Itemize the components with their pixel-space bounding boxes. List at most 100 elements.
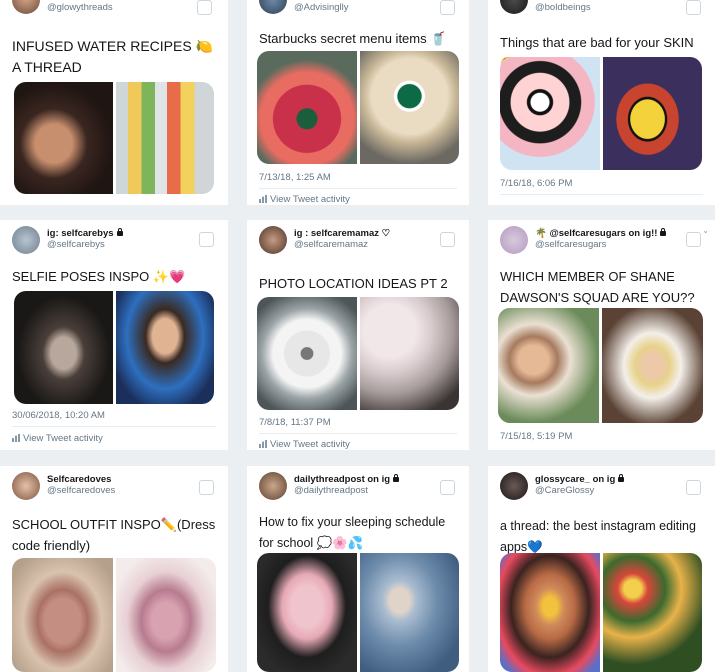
tweet-header: @Advisinglly [259, 0, 457, 22]
tweet-media[interactable] [500, 57, 702, 170]
photo-sunglasses-portrait[interactable] [500, 553, 600, 672]
avatar[interactable] [259, 0, 287, 14]
tweet-text: WHICH MEMBER OF SHANE DAWSON'S SQUAD ARE… [500, 269, 695, 305]
photo-group-selfie-1[interactable] [498, 308, 599, 423]
tweet-card-skin[interactable]: @boldbeings Things that are bad for your… [488, 0, 715, 205]
tweet-media[interactable] [257, 51, 459, 164]
avatar[interactable] [12, 472, 40, 500]
photo-instax-camera[interactable] [257, 297, 357, 410]
photo-woman-portrait[interactable] [14, 82, 113, 194]
tweet-card-photo-locations[interactable]: ig : selfcaremamaz ♡ @selfcaremamaz PHOT… [247, 220, 469, 450]
checkbox-icon[interactable] [440, 232, 455, 247]
tweet-media[interactable] [257, 297, 459, 410]
lock-icon [660, 228, 667, 236]
checkbox-icon[interactable] [199, 232, 214, 247]
divider [259, 433, 457, 434]
tweet-card-shane-dawson[interactable]: 🌴 @selfcaresugars on ig!! @selfcaresugar… [488, 220, 715, 450]
bar-chart-icon [12, 434, 20, 442]
activity-label: View Tweet activity [270, 439, 350, 450]
tweet-media[interactable] [12, 558, 216, 672]
photo-selfie-blue[interactable] [115, 291, 214, 404]
avatar[interactable] [500, 472, 528, 500]
tweet-timestamp[interactable]: 7/16/18, 6:06 PM [500, 178, 572, 189]
tweet-handle[interactable]: @selfcarebys [47, 239, 105, 250]
tweet-timestamp[interactable]: 30/06/2018, 10:20 AM [12, 410, 105, 421]
view-activity-link[interactable]: View Tweet activity [259, 439, 350, 450]
tweet-display-name[interactable]: Selfcaredoves [47, 474, 111, 485]
tweet-header: ig : selfcaremamaz ♡ @selfcaremamaz [259, 226, 457, 262]
photo-red-drink[interactable] [257, 51, 357, 164]
tweet-media[interactable] [257, 553, 459, 672]
activity-label: View Tweet activity [270, 194, 350, 205]
tweet-timestamp[interactable]: 7/8/18, 11:37 PM [259, 417, 331, 428]
tweet-handle[interactable]: @dailythreadpost [294, 485, 368, 496]
checkbox-icon[interactable] [197, 0, 212, 15]
tweet-text: a thread: the best instagram editing app… [500, 519, 696, 554]
tweet-handle[interactable]: @selfcaredoves [47, 485, 115, 496]
lock-icon [116, 228, 123, 236]
avatar[interactable] [500, 226, 528, 254]
photo-cartoon-bart[interactable] [602, 57, 702, 170]
photo-group-selfie-2[interactable] [602, 308, 703, 423]
checkbox-icon[interactable] [199, 480, 214, 495]
photo-infused-water-bottles[interactable] [115, 82, 214, 194]
tweet-card-editing-apps[interactable]: glossycare_ on ig @CareGlossy a thread: … [488, 466, 715, 672]
tweet-grid: @glowythreads INFUSED WATER RECIPES 🍋 A … [0, 0, 715, 672]
tweet-timestamp[interactable]: 7/15/18, 5:19 PM [500, 431, 572, 442]
tweet-text: INFUSED WATER RECIPES 🍋 A THREAD [12, 38, 214, 75]
tweet-card-sleeping-schedule[interactable]: dailythreadpost on ig @dailythreadpost H… [247, 466, 469, 672]
photo-pink-sweater-flower[interactable] [257, 553, 357, 672]
photo-pink-dress[interactable] [12, 558, 113, 672]
lock-icon [393, 474, 400, 482]
tweet-handle[interactable]: @glowythreads [47, 2, 113, 13]
tweet-handle[interactable]: @CareGlossy [535, 485, 594, 496]
tweet-handle[interactable]: @selfcaremamaz [294, 239, 368, 250]
tweet-card-selfie-poses[interactable]: ig: selfcarebys @selfcarebys SELFIE POSE… [0, 220, 228, 450]
tweet-header: @boldbeings [500, 0, 703, 22]
avatar[interactable] [500, 0, 528, 14]
checkbox-icon[interactable] [686, 0, 701, 15]
avatar[interactable] [259, 472, 287, 500]
checkbox-icon[interactable] [686, 232, 701, 247]
photo-velvet-backpack[interactable] [115, 558, 216, 672]
tweet-display-name[interactable]: ig : selfcaremamaz ♡ [294, 228, 390, 239]
view-activity-link[interactable]: View Tweet activity [259, 194, 350, 205]
lock-icon [618, 474, 625, 482]
tweet-header: ig: selfcarebys @selfcarebys [12, 226, 216, 262]
divider [12, 426, 216, 427]
photo-selfie-hearts[interactable] [14, 291, 113, 404]
tweet-display-name[interactable]: glossycare_ on ig [535, 474, 625, 485]
tweet-media[interactable] [14, 82, 214, 194]
tweet-header: 🌴 @selfcaresugars on ig!! @selfcaresugar… [500, 226, 709, 262]
tweet-handle[interactable]: @boldbeings [535, 2, 591, 13]
tweet-display-name[interactable]: ig: selfcarebys [47, 228, 123, 239]
photo-flowers[interactable] [602, 553, 702, 672]
tweet-text: SELFIE POSES INSPO ✨💗 [12, 269, 186, 284]
checkbox-icon[interactable] [440, 480, 455, 495]
tweet-handle[interactable]: @selfcaresugars [535, 239, 606, 250]
tweet-card-infused-water[interactable]: @glowythreads INFUSED WATER RECIPES 🍋 A … [0, 0, 228, 205]
tweet-card-starbucks[interactable]: @Advisinglly Starbucks secret menu items… [247, 0, 469, 205]
avatar[interactable] [259, 226, 287, 254]
tweet-card-school-outfit[interactable]: Selfcaredoves @selfcaredoves SCHOOL OUTF… [0, 466, 228, 672]
avatar[interactable] [12, 0, 40, 14]
photo-ripped-jeans[interactable] [359, 553, 459, 672]
tweet-media[interactable] [498, 308, 703, 423]
avatar[interactable] [12, 226, 40, 254]
tweet-display-name[interactable]: dailythreadpost on ig [294, 474, 400, 485]
tweet-timestamp[interactable]: 7/13/18, 1:25 AM [259, 172, 331, 183]
photo-frappuccino[interactable] [359, 51, 459, 164]
checkbox-icon[interactable] [686, 480, 701, 495]
view-activity-link[interactable]: View Tweet activity [12, 433, 103, 444]
tweet-media[interactable] [14, 291, 214, 404]
activity-label: View Tweet activity [23, 433, 103, 444]
checkbox-icon[interactable] [440, 0, 455, 15]
photo-cherry-blossoms[interactable] [359, 297, 459, 410]
tweet-handle[interactable]: @Advisinglly [294, 2, 349, 13]
tweet-header: @glowythreads [12, 0, 216, 22]
tweet-display-name[interactable]: 🌴 @selfcaresugars on ig!! [535, 228, 667, 239]
tweet-text: How to fix your sleeping schedule for sc… [259, 515, 446, 550]
chevron-down-icon[interactable]: ⌄ [702, 226, 709, 235]
photo-cartoon-buttercup[interactable] [500, 57, 600, 170]
tweet-media[interactable] [500, 553, 702, 672]
